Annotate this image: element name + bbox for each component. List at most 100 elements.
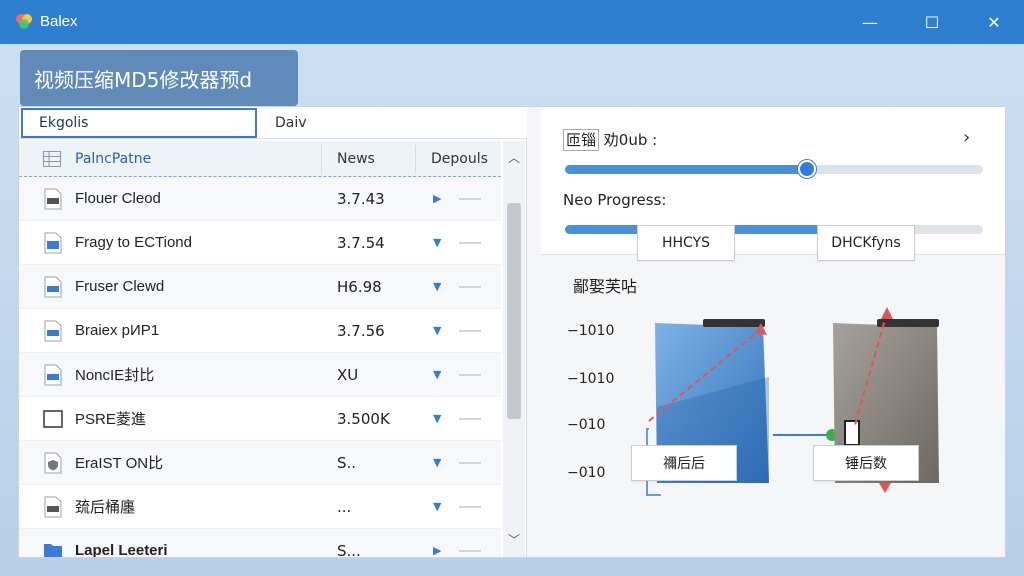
column-divider	[321, 145, 322, 173]
row-value: 3.500K	[337, 409, 390, 428]
chevron-up-icon[interactable]: ︿	[503, 149, 525, 169]
row-divider	[459, 417, 481, 420]
table-row[interactable]: Braiex рИР1 3.7.56 ▼	[19, 309, 501, 353]
scrollbar-thumb[interactable]	[507, 203, 521, 419]
row-divider	[459, 549, 481, 552]
slider-thumb[interactable]	[798, 160, 817, 178]
arrow-head-icon	[881, 307, 893, 319]
row-name: Lapel Leeteri	[75, 542, 168, 557]
tab-ekgolis[interactable]: Ekgolis	[21, 108, 257, 138]
frame-icon	[43, 409, 63, 428]
row-value: 3.7.56	[337, 321, 385, 340]
table-row[interactable]: EraIST ON比 S.. ▼	[19, 441, 501, 485]
row-name: EraIST ON比	[75, 455, 164, 472]
label-bottom-right: 锤后数	[813, 445, 919, 481]
banner-title: 视频压缩MD5修改器预d	[34, 67, 253, 92]
tab-label: Ekgolis	[39, 115, 89, 131]
row-divider	[459, 329, 481, 332]
table-row[interactable]: PSRE菱進 3.500K ▼	[19, 397, 501, 441]
dropdown-icon[interactable]: ▼	[433, 324, 441, 337]
table-row[interactable]: Fragy to ECTiond 3.7.54 ▼	[19, 221, 501, 265]
dropdown-icon[interactable]: ▼	[433, 280, 441, 293]
settings-panel: 匝锱 劝0ub : › Neo Progress: 鄙娶芙呫 −1010 −10…	[541, 107, 1005, 557]
minimize-icon: —	[862, 12, 878, 32]
comparison-diagram: 鄙娶芙呫 −1010 −1010 −010 −010 HHCYS DHCKfyn…	[541, 225, 1005, 557]
label-bottom-left: 禰后后	[631, 445, 737, 481]
table-row[interactable]: Fruser Clewd H6.98 ▼	[19, 265, 501, 309]
close-button[interactable]: ✕	[972, 8, 1016, 36]
window-title: Balex	[40, 13, 78, 30]
row-divider	[459, 505, 481, 508]
dropdown-icon[interactable]: ▼	[433, 236, 441, 249]
output-label-boxed: 匝锱	[563, 129, 600, 151]
row-divider	[459, 285, 481, 288]
output-slider[interactable]	[565, 160, 983, 178]
document-icon	[44, 320, 62, 341]
label-text: 禰后后	[663, 456, 705, 472]
row-name: PSRE菱進	[75, 411, 146, 428]
dropdown-icon[interactable]: ▼	[433, 412, 441, 425]
label-text: HHCYS	[661, 235, 711, 251]
table-row[interactable]: NoncIE封比 XU ▼	[19, 353, 501, 397]
row-name: Braiex рИР1	[75, 322, 160, 339]
row-name: Fragy to ECTiond	[75, 234, 192, 251]
label-hhcys: HHCYS	[637, 225, 735, 261]
arrow-head-icon	[879, 483, 891, 493]
app-logo-icon	[16, 14, 32, 29]
dropdown-icon[interactable]: ▼	[433, 500, 441, 513]
play-icon[interactable]: ▶	[433, 192, 441, 205]
title-bar: Balex — ☐ ✕	[0, 0, 1024, 44]
diagram-graphics	[646, 307, 939, 496]
table-row[interactable]: 巯后桶廛 ... ▼	[19, 485, 501, 529]
file-list-panel: Ekgolis Daiv PalncPatne News Depouls Flo…	[19, 107, 527, 557]
document-icon	[44, 276, 62, 297]
column-header-news[interactable]: News	[337, 151, 375, 167]
row-value: S...	[337, 541, 361, 558]
vertical-scrollbar[interactable]: ︿ ﹀	[503, 141, 525, 557]
progress-bar	[565, 225, 983, 234]
column-header-name[interactable]: PalncPatne	[75, 151, 151, 167]
row-value: ...	[337, 497, 352, 516]
image-file-icon	[44, 232, 62, 253]
app-window: Balex — ☐ ✕ 视频压缩MD5修改器预d Ekgolis Daiv Pa…	[0, 0, 1024, 576]
row-value: S..	[337, 453, 357, 472]
column-header-depouls[interactable]: Depouls	[431, 151, 488, 167]
row-name: NoncIE封比	[75, 367, 155, 384]
table-body: Flouer Cleod 3.7.43 ▶ Fragy to ECTiond 3…	[19, 177, 501, 557]
play-icon[interactable]: ▶	[433, 544, 441, 557]
column-divider	[415, 145, 416, 173]
chevron-right-icon[interactable]: ›	[963, 127, 970, 148]
progress-label: Neo Progress:	[563, 191, 667, 209]
grey-card-marker	[844, 420, 860, 446]
row-name: Fruser Clewd	[75, 278, 165, 295]
table-header: PalncPatne News Depouls	[19, 141, 501, 177]
folder-icon	[44, 543, 62, 557]
output-label-rest: 劝0ub :	[599, 131, 658, 149]
tab-daiv[interactable]: Daiv	[259, 108, 519, 138]
table-row[interactable]: Flouer Cleod 3.7.43 ▶	[19, 177, 501, 221]
close-icon: ✕	[987, 12, 1001, 32]
tab-label: Daiv	[275, 115, 307, 131]
app-banner: 视频压缩MD5修改器预d	[20, 50, 298, 106]
row-divider	[459, 461, 481, 464]
chevron-down-icon[interactable]: ﹀	[503, 531, 525, 551]
label-text: 锤后数	[845, 456, 887, 472]
dropdown-icon[interactable]: ▼	[433, 456, 441, 469]
file-icon	[44, 188, 62, 209]
row-name: 巯后桶廛	[75, 499, 136, 516]
row-name: Flouer Cleod	[75, 190, 161, 207]
maximize-icon: ☐	[924, 12, 940, 32]
label-dhckfyns: DHCKfyns	[817, 225, 915, 261]
slider-fill	[565, 165, 808, 174]
file-icon	[44, 496, 62, 517]
tab-bar: Ekgolis Daiv	[19, 107, 527, 139]
minimize-button[interactable]: —	[848, 8, 892, 36]
dropdown-icon[interactable]: ▼	[433, 368, 441, 381]
output-settings-card: 匝锱 劝0ub : › Neo Progress:	[541, 107, 1005, 255]
main-content: Ekgolis Daiv PalncPatne News Depouls Flo…	[18, 106, 1006, 558]
maximize-button[interactable]: ☐	[910, 8, 954, 36]
row-value: XU	[337, 365, 359, 384]
blue-card-bar	[703, 319, 765, 327]
table-row[interactable]: Lapel Leeteri S... ▶	[19, 529, 501, 557]
grey-card-bar	[877, 319, 939, 327]
